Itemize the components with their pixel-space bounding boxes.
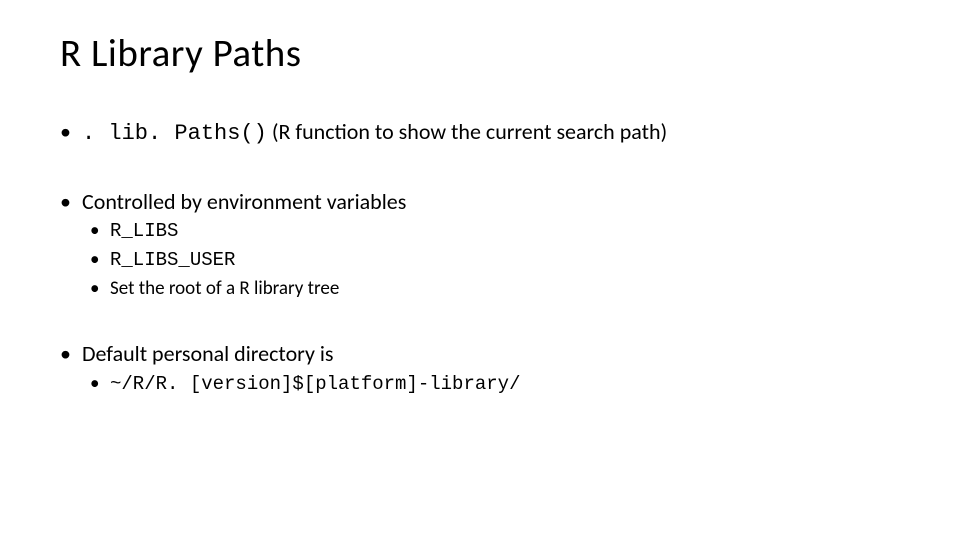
sub-bullet-list-1: R_LIBS R_LIBS_USER Set the root of a R l… (82, 218, 900, 301)
sub-bullet-rlibsuser: R_LIBS_USER (82, 247, 900, 274)
code-libpaths: . lib. Paths() (82, 121, 267, 146)
sub-bullet-personal-dir: ~/R/R. [version]$[platform]-library/ (82, 371, 900, 398)
bullet-item-2: Controlled by environment variables R_LI… (60, 187, 900, 302)
bullet-2-label: Controlled by environment variables (82, 188, 406, 215)
sub-bullet-list-2: ~/R/R. [version]$[platform]-library/ (82, 371, 900, 398)
slide-title: R Library Paths (60, 30, 900, 77)
code-rlibsuser: R_LIBS_USER (110, 249, 235, 271)
bullet-item-3: Default personal directory is ~/R/R. [ve… (60, 339, 900, 397)
code-personal-dir: ~/R/R. [version]$[platform]-library/ (110, 373, 520, 395)
sub-bullet-rlibs: R_LIBS (82, 218, 900, 245)
sub-bullet-setroot-text: Set the root of a R library tree (110, 277, 339, 300)
sub-bullet-setroot: Set the root of a R library tree (82, 276, 900, 302)
bullet-item-1: . lib. Paths() (R function to show the c… (60, 117, 900, 149)
bullet-1-text: (R function to show the current search p… (267, 118, 667, 145)
bullet-3-label: Default personal directory is (82, 340, 334, 367)
bullet-list: . lib. Paths() (R function to show the c… (60, 117, 900, 398)
code-rlibs: R_LIBS (110, 220, 178, 242)
